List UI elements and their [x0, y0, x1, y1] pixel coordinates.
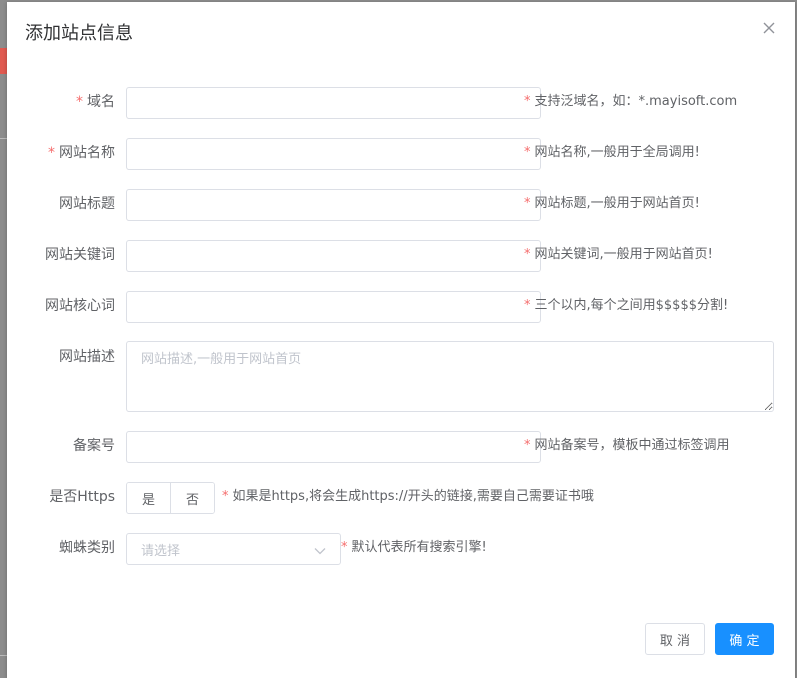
core-words-hint: * 三个以内,每个之间用$$$$$分割! — [524, 298, 729, 313]
site-title-input[interactable] — [126, 189, 541, 221]
spider-select-placeholder: 请选择 — [141, 543, 181, 559]
spider-hint: * 默认代表所有搜索引擎! — [341, 540, 487, 555]
https-hint: * 如果是https,将会生成https://开头的链接,需要自己需要证书哦 — [222, 489, 594, 504]
core-words-label: 网站核心词 — [45, 298, 115, 314]
dialog-title: 添加站点信息 — [25, 23, 133, 44]
https-label: 是否Https — [49, 489, 115, 505]
core-words-input[interactable] — [126, 291, 541, 323]
icp-input[interactable] — [126, 431, 541, 463]
close-button[interactable] — [759, 18, 779, 38]
domain-hint: * 支持泛域名，如：*.mayisoft.com — [524, 94, 738, 109]
icp-label: 备案号 — [73, 438, 115, 454]
site-name-hint: * 网站名称,一般用于全局调用! — [524, 145, 700, 160]
spider-label: 蜘蛛类别 — [59, 540, 115, 556]
add-site-dialog: 添加站点信息 * 域名 * 支持泛域名，如：*.mayisoft.com * 网站名称… — [7, 2, 795, 678]
https-no-button[interactable]: 否 — [170, 483, 214, 513]
keywords-label: 网站关键词 — [45, 247, 115, 263]
domain-input[interactable] — [126, 87, 541, 119]
description-textarea[interactable] — [126, 341, 774, 412]
https-yes-button[interactable]: 是 — [127, 483, 170, 513]
confirm-button[interactable]: 确 定 — [715, 623, 774, 655]
keywords-hint: * 网站关键词,一般用于网站首页! — [524, 247, 713, 262]
icp-hint: * 网站备案号，模板中通过标签调用 — [524, 438, 730, 453]
description-label: 网站描述 — [59, 349, 115, 365]
chevron-down-icon — [314, 540, 326, 559]
https-toggle-group: 是 否 — [126, 482, 215, 514]
domain-label: * 域名 — [76, 94, 115, 110]
site-name-input[interactable] — [126, 138, 541, 170]
site-title-label: 网站标题 — [59, 196, 115, 212]
site-name-label: * 网站名称 — [48, 145, 115, 161]
site-title-hint: * 网站标题,一般用于网站首页! — [524, 196, 700, 211]
keywords-input[interactable] — [126, 240, 541, 272]
close-icon — [763, 19, 775, 38]
spider-select[interactable]: 请选择 — [126, 533, 341, 565]
cancel-button[interactable]: 取 消 — [645, 623, 705, 655]
